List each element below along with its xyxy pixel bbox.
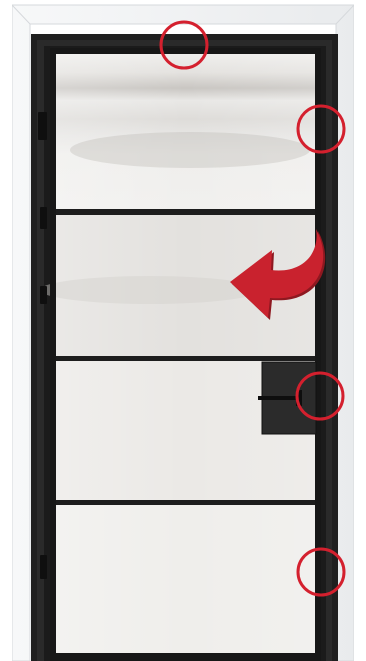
- hinge-middle: [40, 207, 47, 229]
- door-illustration: [0, 0, 366, 661]
- glass-panels: [40, 54, 315, 653]
- hinge-bottom: [40, 555, 47, 579]
- hinge-top: [38, 112, 47, 140]
- pull-handle-icon: [258, 361, 317, 435]
- door-drawing: [0, 0, 366, 661]
- hinge-lower: [40, 286, 47, 304]
